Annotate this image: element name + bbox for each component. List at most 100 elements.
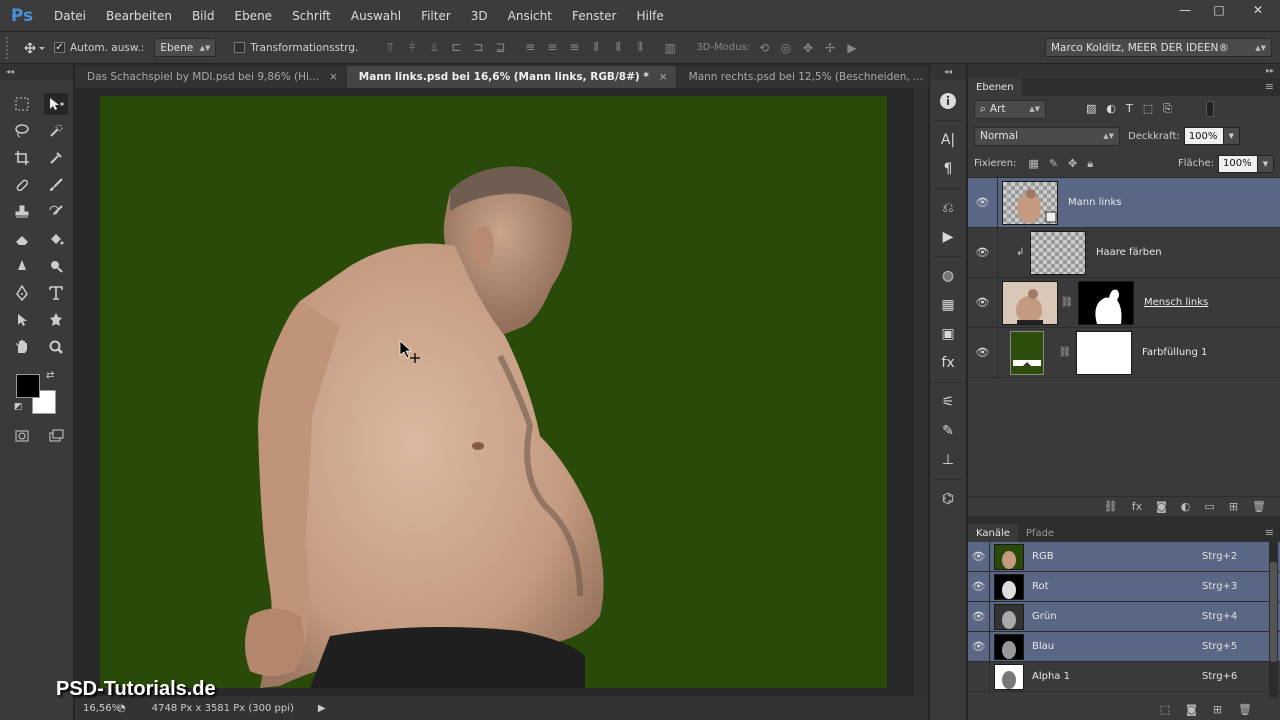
align-top-icon[interactable]: ⫪ — [382, 40, 398, 55]
3d-pan-icon[interactable]: ✥ — [800, 41, 816, 55]
visibility-eye-icon[interactable]: 👁︎ — [968, 228, 998, 277]
close-tab-icon[interactable]: × — [329, 71, 338, 83]
filter-shape-icon[interactable]: ⬚ — [1143, 102, 1153, 116]
layer-row-farbfuellung[interactable]: 👁︎ ⛓︎ Farbfüllung 1 — [968, 328, 1280, 378]
visibility-eye-icon[interactable]: 👁︎ — [968, 572, 990, 601]
layer-mask-thumbnail[interactable] — [1076, 330, 1132, 375]
tab-document-1[interactable]: Das Schachspiel by MDI.psd bei 9,86% (Hi… — [75, 66, 346, 88]
fill-input[interactable]: 100% — [1218, 154, 1258, 173]
visibility-eye-icon[interactable]: 👁︎ — [968, 178, 998, 227]
filter-toggle-switch[interactable] — [1205, 101, 1214, 117]
quick-selection-tool-icon[interactable] — [44, 120, 68, 142]
menu-schrift[interactable]: Schrift — [282, 0, 341, 32]
align-vcenter-icon[interactable]: ⫩ — [404, 40, 420, 55]
layer-comps-icon[interactable]: ▣ — [930, 319, 966, 348]
filter-pixel-icon[interactable]: ▨ — [1086, 102, 1096, 116]
options-grip[interactable] — [6, 36, 14, 59]
visibility-eye-icon[interactable]: 👁︎ — [968, 328, 998, 377]
swap-colors-icon[interactable]: ⇄ — [46, 370, 54, 381]
distribute-top-icon[interactable]: ≡ — [522, 40, 538, 55]
tool-preset-picker[interactable] — [14, 41, 54, 55]
menu-datei[interactable]: Datei — [44, 0, 96, 32]
marquee-tool-icon[interactable] — [10, 93, 34, 115]
3d-slide-icon[interactable]: ✢ — [822, 41, 838, 55]
align-hcenter-icon[interactable]: ⊐ — [470, 40, 486, 55]
lock-transparent-icon[interactable]: ▦ — [1028, 157, 1038, 171]
menu-fenster[interactable]: Fenster — [562, 0, 627, 32]
clone-stamp-tool-icon[interactable] — [10, 201, 34, 223]
link-chain-icon[interactable]: ⛓︎ — [1060, 297, 1074, 308]
pen-tool-icon[interactable] — [10, 282, 34, 304]
styles-icon[interactable]: fx — [930, 348, 966, 377]
channels-scrollbar-thumb[interactable] — [1270, 562, 1277, 662]
visibility-eye-icon[interactable]: 👁︎ — [968, 542, 990, 571]
maximize-button[interactable]: □ — [1202, 0, 1236, 20]
channel-row-alpha1[interactable]: Alpha 1 Strg+6 — [968, 662, 1280, 692]
visibility-toggle[interactable] — [968, 662, 990, 691]
panel-menu-icon[interactable]: ≡ — [1265, 524, 1280, 542]
canvas-vertical-scrollbar[interactable] — [914, 88, 928, 696]
auto-select-option[interactable]: ✓ Autom. ausw.: — [54, 42, 144, 54]
visibility-eye-icon[interactable]: 👁︎ — [968, 602, 990, 631]
align-left-icon[interactable]: ⊏ — [448, 40, 464, 55]
menu-filter[interactable]: Filter — [411, 0, 461, 32]
menu-3d[interactable]: 3D — [461, 0, 498, 32]
distribute-hcenter-icon[interactable]: ⦀ — [610, 40, 626, 55]
canvas-area[interactable] — [75, 88, 928, 696]
quick-mask-icon[interactable] — [10, 425, 34, 447]
minimize-button[interactable]: — — [1168, 0, 1202, 20]
menu-ebene[interactable]: Ebene — [224, 0, 282, 32]
auto-select-checkbox[interactable]: ✓ — [54, 42, 65, 53]
dodge-tool-icon[interactable] — [44, 255, 68, 277]
link-chain-icon[interactable]: ⛓︎ — [1058, 347, 1072, 358]
layer-row-haare-faerben[interactable]: 👁︎ ↲ Haare färben — [968, 228, 1280, 278]
distribute-right-icon[interactable]: ⦀ — [632, 40, 648, 55]
3d-scale-icon[interactable]: ▶ — [844, 41, 860, 55]
lock-position-icon[interactable]: ✥ — [1068, 157, 1077, 171]
tab-document-2[interactable]: Mann links.psd bei 16,6% (Mann links, RG… — [346, 66, 676, 88]
auto-select-target-dropdown[interactable]: Ebene ▲▼ — [154, 38, 217, 57]
transform-controls-option[interactable]: Transformationsstrg. — [234, 42, 358, 54]
layer-style-icon[interactable]: fx — [1132, 500, 1142, 513]
lock-pixels-icon[interactable]: ✎ — [1049, 157, 1058, 171]
new-group-icon[interactable]: ▭ — [1204, 500, 1214, 513]
status-menu-arrow[interactable]: ▶ — [318, 703, 326, 714]
layer-filter-dropdown[interactable]: ⌕ Art ▲▼ — [974, 99, 1046, 119]
adjustments-icon[interactable]: ⚟ — [930, 387, 966, 416]
icon-strip-expand[interactable]: ◂◂ — [930, 64, 966, 80]
blend-mode-dropdown[interactable]: Normal ▲▼ — [974, 126, 1120, 146]
delete-channel-icon[interactable]: 🗑︎ — [1238, 703, 1252, 716]
transform-controls-checkbox[interactable] — [234, 42, 246, 53]
panels-collapse[interactable]: ▸▸ — [968, 64, 1280, 78]
channel-row-rgb[interactable]: 👁︎ RGB Strg+2 — [968, 542, 1280, 572]
auto-align-icon[interactable]: ▥ — [662, 41, 678, 55]
actions-icon[interactable]: ▶ — [930, 222, 966, 251]
workspace-dropdown[interactable]: Marco Kolditz, MEER DER IDEEN® ▲▼ — [1045, 38, 1272, 57]
swatches-icon[interactable]: ▦ — [930, 290, 966, 319]
healing-brush-tool-icon[interactable] — [10, 174, 34, 196]
zoom-level[interactable]: 16,56% — [75, 703, 121, 714]
clone-source-icon[interactable]: ⊥ — [930, 445, 966, 474]
tab-paths[interactable]: Pfade — [1018, 524, 1062, 542]
delete-layer-icon[interactable]: 🗑︎ — [1252, 500, 1266, 513]
crop-tool-icon[interactable] — [10, 147, 34, 169]
menu-bearbeiten[interactable]: Bearbeiten — [96, 0, 182, 32]
history-brush-tool-icon[interactable] — [44, 201, 68, 223]
load-selection-icon[interactable]: ⬚ — [1160, 703, 1170, 716]
layer-thumbnail[interactable] — [1030, 230, 1086, 275]
3d-roll-icon[interactable]: ◎ — [778, 41, 794, 55]
new-adjustment-icon[interactable]: ◐ — [1181, 500, 1191, 513]
status-info-icon[interactable]: ◔ — [117, 703, 126, 714]
menu-bild[interactable]: Bild — [182, 0, 225, 32]
path-selection-tool-icon[interactable] — [10, 309, 34, 331]
add-mask-icon[interactable]: ◙ — [1156, 500, 1167, 513]
save-selection-icon[interactable]: ◙ — [1186, 703, 1197, 716]
eraser-tool-icon[interactable] — [10, 228, 34, 250]
distribute-bottom-icon[interactable]: ≡ — [566, 40, 582, 55]
layer-mask-thumbnail[interactable] — [1078, 280, 1134, 325]
distribute-vcenter-icon[interactable]: ≡ — [544, 40, 560, 55]
toolbar-collapse[interactable]: ◂◂ — [0, 64, 73, 80]
opacity-input[interactable]: 100% — [1183, 127, 1224, 145]
paint-bucket-tool-icon[interactable] — [44, 228, 68, 250]
visibility-eye-icon[interactable]: 👁︎ — [968, 278, 998, 327]
